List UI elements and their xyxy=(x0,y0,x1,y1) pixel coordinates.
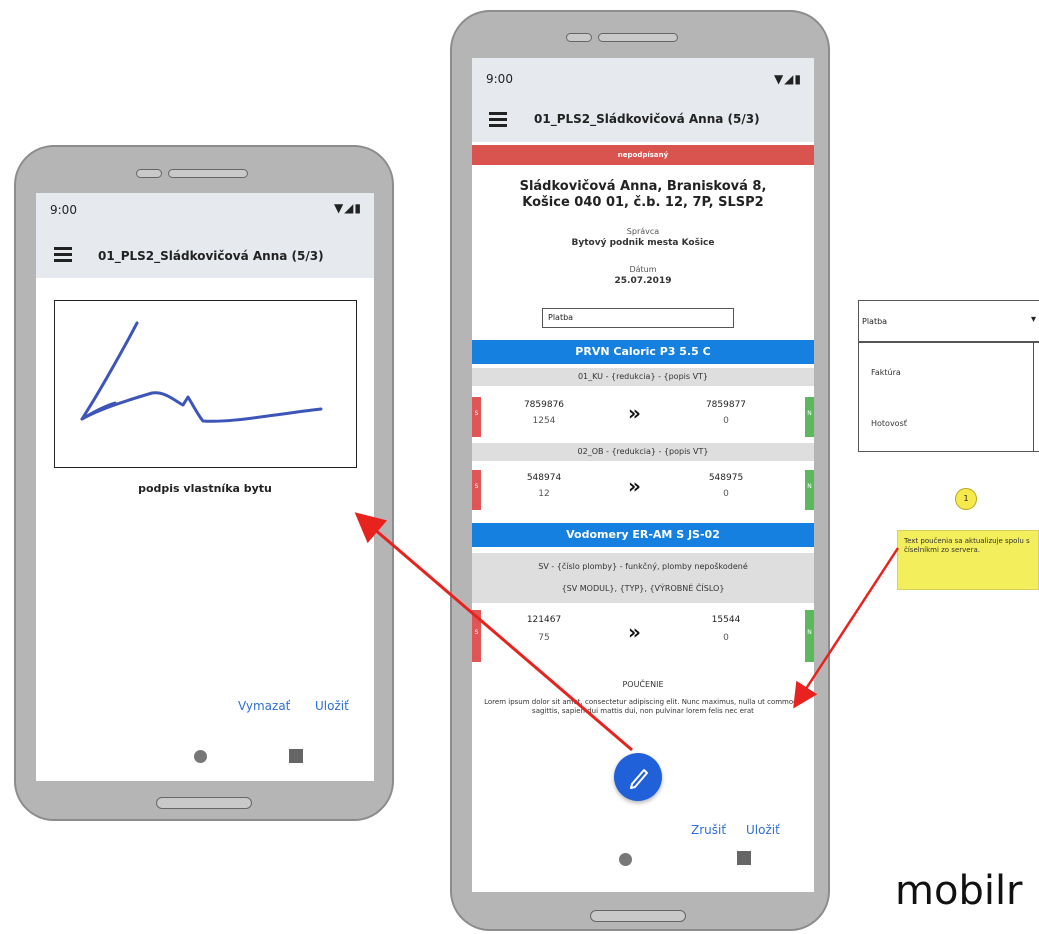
section-header: Vodomery ER-AM S JS-02 xyxy=(472,523,814,547)
footer-text: mobilr xyxy=(895,868,1023,914)
double-chevron-right-icon: » xyxy=(628,474,641,498)
meter-row[interactable]: S 548974 12 » 548975 0 N xyxy=(472,470,814,510)
admin-value: Bytový podnik mesta Košice xyxy=(571,238,715,248)
dropdown-options: Faktúra Hotovosť xyxy=(858,342,1039,452)
app-bar: 01_PLS2_Sládkovičová Anna (5/3) xyxy=(36,233,374,278)
new-reading-value: 548975 xyxy=(708,473,744,483)
status-bar: 9:00 ▼◢▮ xyxy=(472,58,814,94)
old-reading-sub: 12 xyxy=(538,489,550,499)
payment-select[interactable]: Platba xyxy=(542,308,734,328)
left-phone-earpiece-bar xyxy=(168,169,248,178)
signature-stroke xyxy=(80,321,323,423)
pen-icon xyxy=(630,769,648,789)
meter-label: 01_KU - {redukcia} - {popis VT} xyxy=(472,368,814,386)
date-label: Dátum xyxy=(629,265,657,274)
dropdown-selected: Platba xyxy=(862,317,888,326)
address-line-1: Sládkovičová Anna, Branisková 8, xyxy=(519,179,767,194)
section-header: PRVN Caloric P3 5.5 C xyxy=(472,340,814,364)
sign-fab-button[interactable] xyxy=(614,753,662,801)
page-title: 01_PLS2_Sládkovičová Anna (5/3) xyxy=(98,249,324,263)
status-time: 9:00 xyxy=(486,72,513,86)
new-reading-badge: N xyxy=(805,470,814,510)
new-reading-sub: 0 xyxy=(723,416,729,426)
middle-phone-home-bar xyxy=(590,910,686,922)
annotation-number: 1 xyxy=(955,488,977,510)
dropdown-options-divider xyxy=(1033,343,1034,451)
middle-phone-screen: 9:00 ▼◢▮ 01_PLS2_Sládkovičová Anna (5/3)… xyxy=(472,58,814,892)
left-phone-home-bar xyxy=(156,797,252,809)
old-reading-value: 7859876 xyxy=(523,400,565,410)
meter-label-area: SV - {číslo plomby} - funkčný, plomby ne… xyxy=(472,553,814,603)
left-phone-frame: 9:00 ▼◢▮ 01_PLS2_Sládkovičová Anna (5/3)… xyxy=(14,145,394,821)
recents-nav-icon[interactable] xyxy=(289,749,303,763)
status-icons: ▼◢▮ xyxy=(333,201,362,215)
new-reading-badge: N xyxy=(805,610,814,662)
old-reading-value: 548974 xyxy=(526,473,562,483)
cancel-button[interactable]: Zrušiť xyxy=(691,823,726,837)
recents-nav-icon[interactable] xyxy=(737,851,751,865)
old-reading-value: 121467 xyxy=(526,615,562,625)
double-chevron-right-icon: » xyxy=(628,620,641,644)
middle-phone-earpiece-bar xyxy=(598,33,678,42)
signature-caption: podpis vlastníka bytu xyxy=(138,482,272,495)
status-time: 9:00 xyxy=(50,203,77,217)
info-title: POUČENIE xyxy=(622,680,664,689)
dropdown-option[interactable]: Faktúra xyxy=(871,368,901,377)
new-reading-sub: 0 xyxy=(723,633,729,643)
new-reading-sub: 0 xyxy=(723,489,729,499)
meter-row[interactable]: S 7859876 1254 » 7859877 0 N xyxy=(472,397,814,437)
page-title: 01_PLS2_Sládkovičová Anna (5/3) xyxy=(534,112,760,126)
app-bar: 01_PLS2_Sládkovičová Anna (5/3) xyxy=(472,94,814,142)
payment-dropdown[interactable]: Platba ▾ xyxy=(858,300,1039,342)
new-reading-value: 15544 xyxy=(711,615,741,625)
admin-label: Správca xyxy=(626,227,660,236)
signature-pad[interactable] xyxy=(54,300,357,468)
double-chevron-right-icon: » xyxy=(628,401,641,425)
new-reading-value: 7859877 xyxy=(705,400,747,410)
date-value: 25.07.2019 xyxy=(614,276,672,286)
old-reading-sub: 75 xyxy=(538,633,550,643)
left-phone-earpiece-dot xyxy=(136,169,162,178)
meter-row[interactable]: S 121467 75 » 15544 0 N xyxy=(472,610,814,662)
new-reading-badge: N xyxy=(805,397,814,437)
home-nav-icon[interactable] xyxy=(194,750,207,763)
annotation-note: Text poučenia sa aktualizuje spolu s čís… xyxy=(897,530,1039,590)
old-reading-badge: S xyxy=(472,610,481,662)
dropdown-option[interactable]: Hotovosť xyxy=(871,419,907,428)
meter-label: SV - {číslo plomby} - funkčný, plomby ne… xyxy=(538,562,748,571)
middle-phone-earpiece-dot xyxy=(566,33,592,42)
left-phone-screen: 9:00 ▼◢▮ 01_PLS2_Sládkovičová Anna (5/3)… xyxy=(36,193,374,781)
old-reading-badge: S xyxy=(472,397,481,437)
chevron-down-icon: ▾ xyxy=(1031,314,1037,325)
save-button[interactable]: Uložiť xyxy=(315,699,349,713)
menu-icon[interactable] xyxy=(489,112,507,127)
clear-button[interactable]: Vymazať xyxy=(238,699,290,713)
old-reading-sub: 1254 xyxy=(532,416,556,426)
address-line-2: Košice 040 01, č.b. 12, 7P, SLSP2 xyxy=(522,195,764,210)
home-nav-icon[interactable] xyxy=(619,853,632,866)
meter-label-detail: {SV MODUL}, {TYP}, {VÝROBNÉ ČÍSLO} xyxy=(561,584,725,593)
middle-phone-frame: 9:00 ▼◢▮ 01_PLS2_Sládkovičová Anna (5/3)… xyxy=(450,10,830,931)
status-icons: ▼◢▮ xyxy=(773,72,802,86)
status-banner: nepodpísaný xyxy=(472,145,814,165)
info-text: Lorem ipsum dolor sit amet, consectetur … xyxy=(484,698,802,715)
menu-icon[interactable] xyxy=(54,247,72,262)
status-bar: 9:00 ▼◢▮ xyxy=(36,193,374,233)
meter-label: 02_OB - {redukcia} - {popis VT} xyxy=(472,443,814,461)
save-button[interactable]: Uložiť xyxy=(746,823,780,837)
old-reading-badge: S xyxy=(472,470,481,510)
